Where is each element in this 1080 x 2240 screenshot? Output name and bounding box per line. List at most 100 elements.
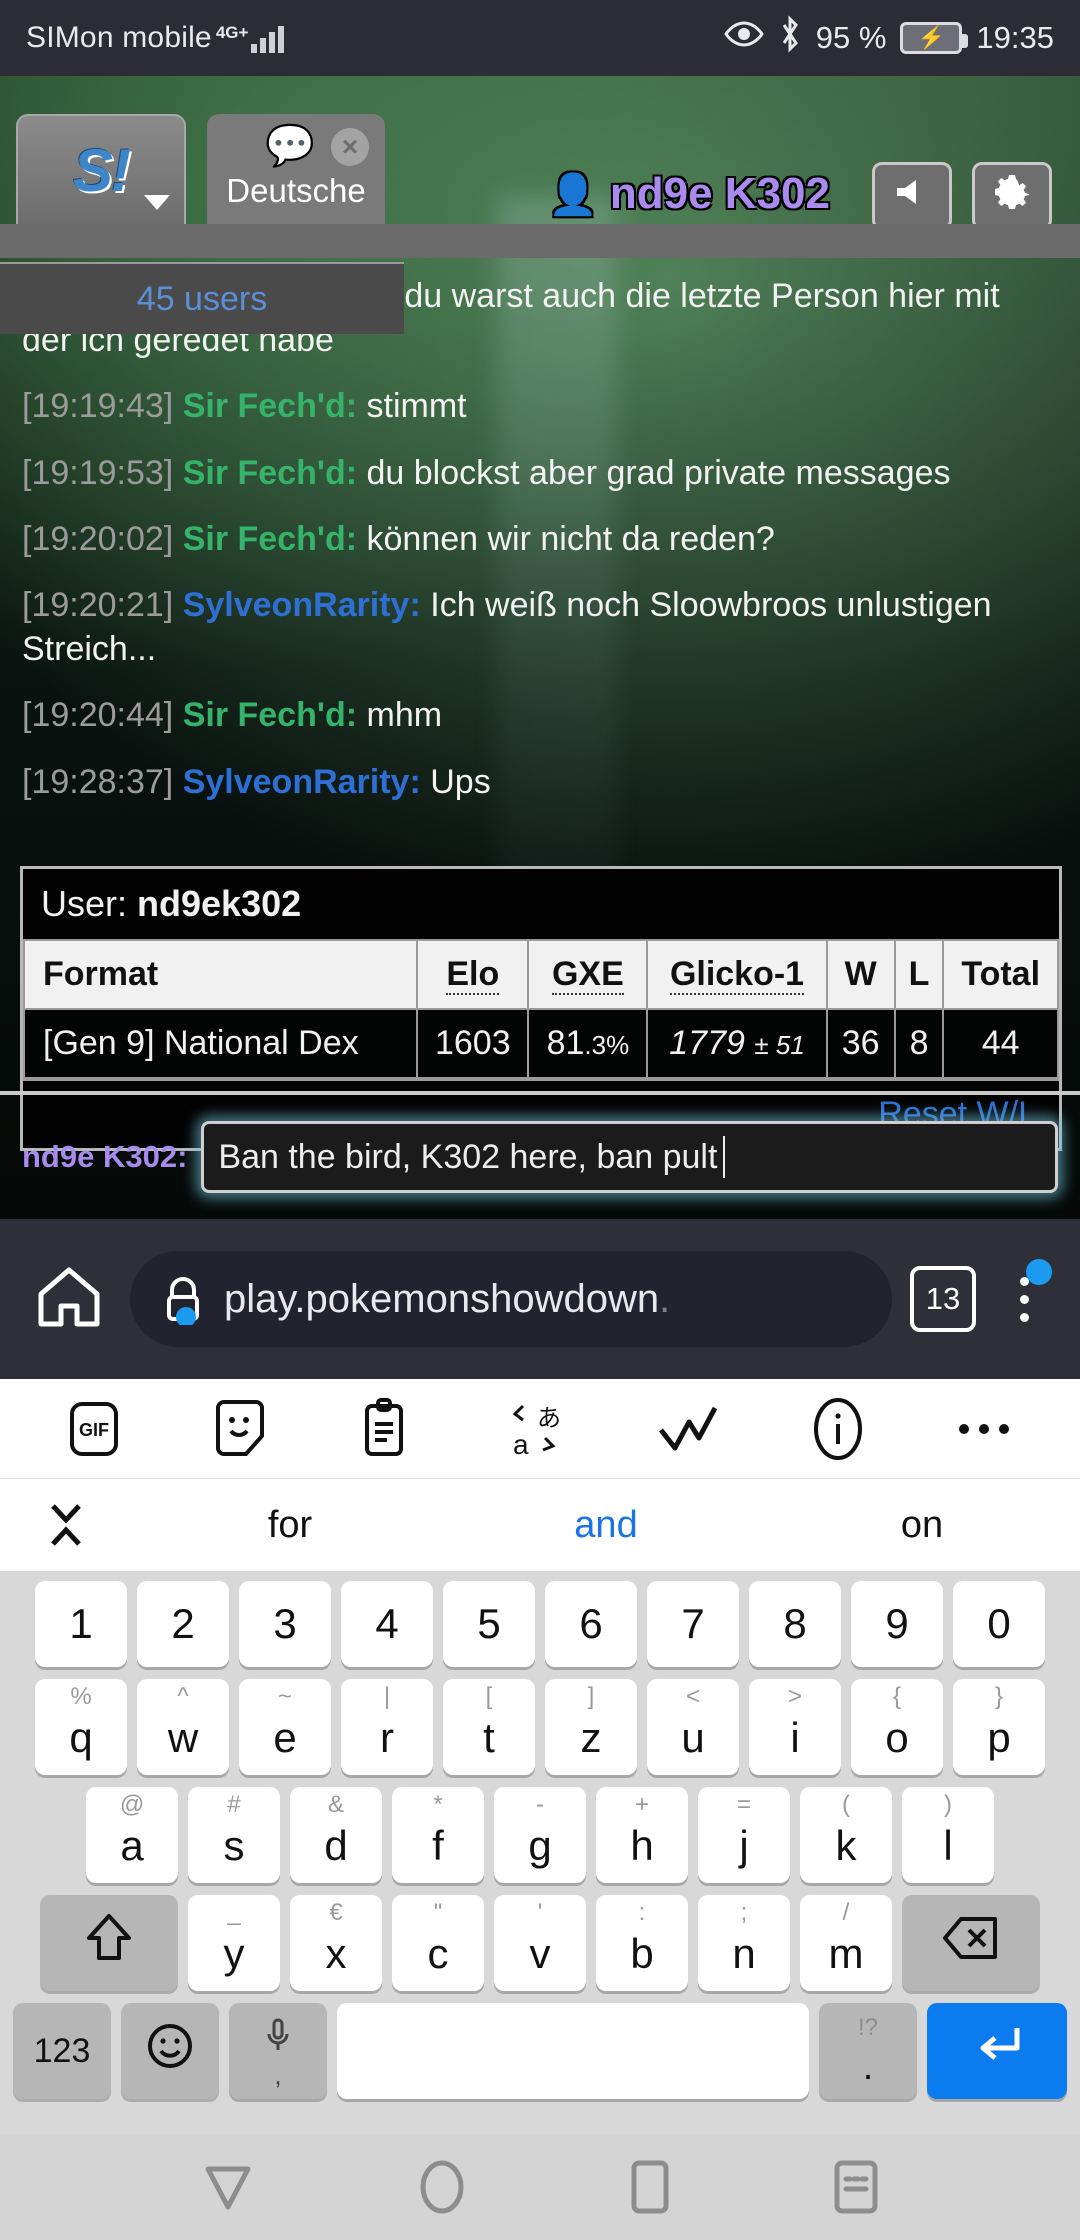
key-c[interactable]: " c xyxy=(392,1895,484,1991)
showdown-home-tab[interactable]: S! xyxy=(16,114,186,224)
chatroom-tab-deutsche[interactable]: 💬 × Deutsche xyxy=(207,114,385,224)
gif-icon[interactable]: GIF xyxy=(68,1398,120,1460)
handwriting-icon[interactable] xyxy=(655,1398,721,1460)
sticker-icon[interactable] xyxy=(212,1398,268,1460)
home-circle-icon[interactable] xyxy=(416,2159,468,2215)
user-count-button[interactable]: 45 users xyxy=(0,262,404,334)
showdown-logo: S! xyxy=(73,136,131,204)
key-z[interactable]: ] z xyxy=(545,1679,637,1775)
expand-chevrons-icon[interactable] xyxy=(0,1494,132,1556)
chevron-down-icon[interactable] xyxy=(144,195,170,210)
menu-update-badge xyxy=(1026,1259,1052,1285)
key-v[interactable]: ' v xyxy=(494,1895,586,1991)
browser-menu-button[interactable] xyxy=(994,1259,1054,1337)
back-triangle-icon[interactable] xyxy=(200,2161,256,2213)
key-x[interactable]: € x xyxy=(290,1895,382,1991)
key-r[interactable]: | r xyxy=(341,1679,433,1775)
key-h[interactable]: + h xyxy=(596,1787,688,1883)
close-icon[interactable]: × xyxy=(331,128,369,166)
microphone-key[interactable]: , xyxy=(229,2003,327,2099)
key-m[interactable]: / m xyxy=(800,1895,892,1991)
chat-username[interactable]: Sir Fech'd: xyxy=(183,387,357,425)
key-7[interactable]: 7 xyxy=(647,1581,739,1667)
key-t[interactable]: [t xyxy=(443,1679,535,1775)
suggestion-word-2[interactable]: and xyxy=(448,1504,764,1547)
recents-square-icon[interactable] xyxy=(628,2159,672,2215)
ratings-user-label: User: xyxy=(41,883,128,924)
keyboard-row-y: _ y € x " c ' v :b ; n / m xyxy=(0,1895,1080,1991)
key-q[interactable]: % q xyxy=(35,1679,127,1775)
key-g[interactable]: -g xyxy=(494,1787,586,1883)
cell-wins: 36 xyxy=(825,1008,896,1079)
key-y[interactable]: _ y xyxy=(188,1895,280,1991)
key-3[interactable]: 3 xyxy=(239,1581,331,1667)
url-bar[interactable]: play.pokemonshowdown. xyxy=(130,1251,892,1347)
key-u[interactable]: < u xyxy=(647,1679,739,1775)
chat-username[interactable]: Sir Fech'd: xyxy=(183,520,357,558)
hide-keyboard-icon[interactable] xyxy=(832,2159,880,2215)
key-8[interactable]: 8 xyxy=(749,1581,841,1667)
key-n[interactable]: ; n xyxy=(698,1895,790,1991)
column-header-gxe[interactable]: GXE xyxy=(527,939,649,1010)
key-i[interactable]: > i xyxy=(749,1679,841,1775)
column-header-glicko[interactable]: Glicko-1 xyxy=(646,939,828,1010)
info-icon[interactable] xyxy=(812,1396,864,1462)
more-icon[interactable] xyxy=(956,1419,1012,1439)
bluetooth-icon xyxy=(778,15,802,61)
clipboard-icon[interactable] xyxy=(359,1397,409,1460)
chat-timestamp: [19:28:37] xyxy=(22,762,174,801)
keyboard-row-numbers: 1 2 3 4 5 6 7 8 9 0 xyxy=(0,1581,1080,1667)
translate-icon[interactable]: あa xyxy=(501,1398,563,1460)
chat-username[interactable]: Sir Fech'd: xyxy=(183,454,357,492)
key-s[interactable]: # s xyxy=(188,1787,280,1883)
lock-icon[interactable] xyxy=(160,1273,206,1327)
key-j[interactable]: = j xyxy=(698,1787,790,1883)
key-1[interactable]: 1 xyxy=(35,1581,127,1667)
column-header-elo[interactable]: Elo xyxy=(416,939,530,1010)
key-p[interactable]: } p xyxy=(953,1679,1045,1775)
key-b[interactable]: :b xyxy=(596,1895,688,1991)
enter-key[interactable] xyxy=(927,2003,1067,2099)
cell-elo: 1603 xyxy=(416,1008,530,1079)
key-0[interactable]: 0 xyxy=(953,1581,1045,1667)
chat-timestamp: [19:20:44] xyxy=(22,696,174,735)
keyboard-row-q: % q ^ w ~ e | r [t ] z < u > i {o } p xyxy=(0,1679,1080,1775)
key-k[interactable]: (k xyxy=(800,1787,892,1883)
current-username[interactable]: 👤 nd9e K302 xyxy=(548,169,830,219)
chat-timestamp: [19:19:53] xyxy=(22,453,174,492)
key-6[interactable]: 6 xyxy=(545,1581,637,1667)
chat-message: [19:28:37] SylveonRarity: Ups xyxy=(22,760,1058,804)
key-9[interactable]: 9 xyxy=(851,1581,943,1667)
key-d[interactable]: & d xyxy=(290,1787,382,1883)
emoji-key[interactable] xyxy=(121,2003,219,2099)
numeric-mode-key[interactable]: 123 xyxy=(13,2003,111,2099)
chat-username[interactable]: SylveonRarity: xyxy=(183,763,421,801)
key-2[interactable]: 2 xyxy=(137,1581,229,1667)
chat-input[interactable]: Ban the bird, K302 here, ban pult xyxy=(201,1121,1058,1193)
space-key[interactable] xyxy=(337,2003,809,2099)
shift-icon xyxy=(83,1910,135,1976)
shift-key[interactable] xyxy=(40,1895,178,1991)
backspace-key[interactable] xyxy=(902,1895,1040,1991)
key-f[interactable]: * f xyxy=(392,1787,484,1883)
key-l[interactable]: ) l xyxy=(902,1787,994,1883)
svg-text:a: a xyxy=(513,1429,529,1460)
sound-icon xyxy=(894,177,930,216)
key-e[interactable]: ~ e xyxy=(239,1679,331,1775)
sound-button[interactable] xyxy=(872,162,952,230)
key-4[interactable]: 4 xyxy=(341,1581,433,1667)
chat-username[interactable]: Sir Fech'd: xyxy=(183,696,357,734)
settings-button[interactable] xyxy=(972,162,1052,230)
key-o[interactable]: {o xyxy=(851,1679,943,1775)
key-5[interactable]: 5 xyxy=(443,1581,535,1667)
key-w[interactable]: ^ w xyxy=(137,1679,229,1775)
gear-icon xyxy=(993,173,1031,220)
suggestion-word-1[interactable]: for xyxy=(132,1504,448,1547)
key-a[interactable]: @ a xyxy=(86,1787,178,1883)
chat-username[interactable]: SylveonRarity: xyxy=(183,586,421,624)
comma-label: , xyxy=(274,2060,282,2090)
home-button[interactable] xyxy=(26,1262,112,1337)
period-key[interactable]: !? . xyxy=(819,2003,917,2099)
suggestion-word-3[interactable]: on xyxy=(764,1504,1080,1547)
tab-count-button[interactable]: 13 xyxy=(910,1266,976,1332)
